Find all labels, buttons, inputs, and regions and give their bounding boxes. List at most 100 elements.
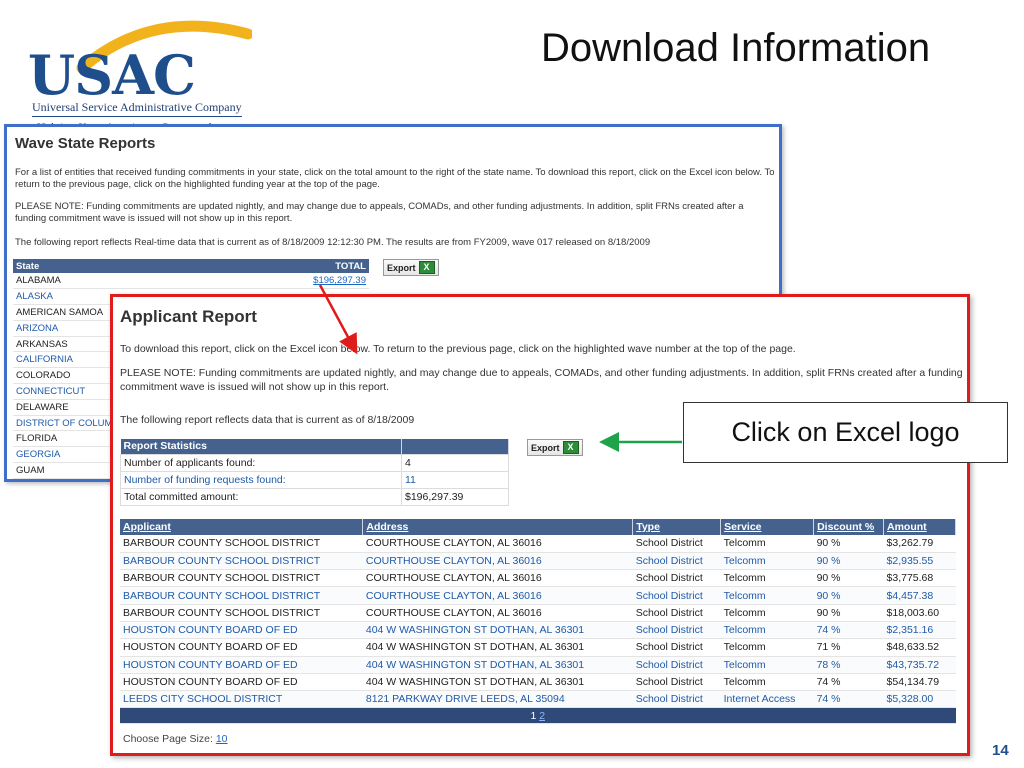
type-cell: School District bbox=[632, 586, 721, 605]
state-row: ALABAMA $196,297.39 bbox=[13, 273, 369, 290]
column-header-type[interactable]: Type bbox=[632, 519, 722, 535]
service-cell: Telcomm bbox=[720, 586, 814, 605]
service-cell: Telcomm bbox=[720, 656, 814, 674]
table-row: BARBOUR COUNTY SCHOOL DISTRICT COURTHOUSE… bbox=[120, 552, 956, 571]
page-size-label: Choose Page Size: bbox=[123, 733, 213, 745]
address-cell: 404 W WASHINGTON ST DOTHAN, AL 36301 bbox=[362, 621, 633, 640]
discount-cell: 71 % bbox=[813, 638, 884, 657]
applicant-name-cell: BARBOUR COUNTY SCHOOL DISTRICT bbox=[120, 535, 363, 553]
service-cell: Telcomm bbox=[720, 673, 814, 692]
wave-intro-text: For a list of entities that received fun… bbox=[15, 167, 775, 190]
discount-cell: 90 % bbox=[813, 535, 884, 553]
excel-icon[interactable]: X bbox=[562, 441, 579, 454]
applicant-report-panel: Applicant Report To download this report… bbox=[110, 294, 970, 756]
address-cell: COURTHOUSE CLAYTON, AL 36016 bbox=[362, 535, 633, 553]
column-header-address[interactable]: Address bbox=[362, 519, 634, 535]
page-size-link[interactable]: 10 bbox=[216, 733, 228, 745]
page-size-selector: Choose Page Size: 10 bbox=[123, 733, 228, 745]
applicant-heading: Applicant Report bbox=[120, 307, 257, 326]
applicant-note-text: PLEASE NOTE: Funding commitments are upd… bbox=[120, 367, 963, 393]
address-cell: 404 W WASHINGTON ST DOTHAN, AL 36301 bbox=[362, 638, 633, 657]
column-header-applicant[interactable]: Applicant bbox=[120, 519, 364, 535]
stat-value: 4 bbox=[401, 453, 509, 472]
state-name: ALABAMA bbox=[13, 273, 251, 290]
applicant-name-cell: BARBOUR COUNTY SCHOOL DISTRICT bbox=[120, 552, 363, 571]
callout-box: Click on Excel logo bbox=[683, 402, 1008, 463]
discount-cell: 90 % bbox=[813, 604, 884, 622]
report-statistics-table: Report Statistics Number of applicants f… bbox=[120, 439, 509, 506]
stat-label: Total committed amount: bbox=[120, 487, 402, 506]
state-column-header: State bbox=[13, 259, 251, 273]
table-row: BARBOUR COUNTY SCHOOL DISTRICT COURTHOUSE… bbox=[120, 535, 956, 553]
table-row: BARBOUR COUNTY SCHOOL DISTRICT COURTHOUSE… bbox=[120, 586, 956, 605]
state-total-link[interactable]: $196,297.39 bbox=[250, 273, 369, 290]
stat-label: Number of funding requests found: bbox=[120, 470, 402, 489]
column-header-service[interactable]: Service bbox=[720, 519, 815, 535]
usac-logo: USAC Universal Service Administrative Co… bbox=[12, 16, 252, 134]
discount-cell: 74 % bbox=[813, 673, 884, 692]
service-cell: Telcomm bbox=[720, 535, 814, 553]
type-cell: School District bbox=[632, 621, 721, 640]
discount-cell: 74 % bbox=[813, 690, 884, 709]
service-cell: Telcomm bbox=[720, 552, 814, 571]
applicant-name-cell: LEEDS CITY SCHOOL DISTRICT bbox=[120, 690, 363, 709]
logo-company-name: Universal Service Administrative Company bbox=[32, 100, 242, 114]
amount-cell: $18,003.60 bbox=[883, 604, 956, 622]
table-row: HOUSTON COUNTY BOARD OF ED 404 W WASHINGT… bbox=[120, 621, 956, 640]
discount-cell: 74 % bbox=[813, 621, 884, 640]
amount-cell: $5,328.00 bbox=[883, 690, 956, 709]
amount-cell: $3,775.68 bbox=[883, 569, 956, 588]
pagination-row: 1 2 bbox=[120, 707, 956, 725]
amount-cell: $2,351.16 bbox=[883, 621, 956, 640]
service-cell: Telcomm bbox=[720, 638, 814, 657]
wave-export-button[interactable]: Export X bbox=[383, 259, 439, 276]
applicant-name-cell: BARBOUR COUNTY SCHOOL DISTRICT bbox=[120, 604, 363, 622]
page-link-next[interactable]: 2 bbox=[539, 710, 545, 722]
address-cell: COURTHOUSE CLAYTON, AL 36016 bbox=[362, 552, 633, 571]
applicant-name-cell: BARBOUR COUNTY SCHOOL DISTRICT bbox=[120, 586, 363, 605]
table-row: HOUSTON COUNTY BOARD OF ED 404 W WASHINGT… bbox=[120, 656, 956, 674]
wave-note-text: PLEASE NOTE: Funding commitments are upd… bbox=[15, 201, 744, 224]
applicant-name-cell: HOUSTON COUNTY BOARD OF ED bbox=[120, 638, 363, 657]
table-row: BARBOUR COUNTY SCHOOL DISTRICT COURTHOUSE… bbox=[120, 604, 956, 622]
type-cell: School District bbox=[632, 604, 721, 622]
applicant-export-button[interactable]: Export X bbox=[527, 439, 583, 456]
address-cell: COURTHOUSE CLAYTON, AL 36016 bbox=[362, 586, 633, 605]
applicant-name-cell: HOUSTON COUNTY BOARD OF ED bbox=[120, 673, 363, 692]
type-cell: School District bbox=[632, 552, 721, 571]
applicant-table: Applicant Address Type Service Discount % Amo… bbox=[120, 519, 956, 725]
table-row: LEEDS CITY SCHOOL DISTRICT 8121 PARKWAY D… bbox=[120, 690, 956, 709]
type-cell: School District bbox=[632, 656, 721, 674]
address-cell: 8121 PARKWAY DRIVE LEEDS, AL 35094 bbox=[362, 690, 633, 709]
amount-cell: $2,935.55 bbox=[883, 552, 956, 571]
column-header-amount[interactable]: Amount bbox=[883, 519, 956, 535]
table-row: HOUSTON COUNTY BOARD OF ED 404 W WASHINGT… bbox=[120, 638, 956, 657]
type-cell: School District bbox=[632, 535, 721, 553]
column-header-discount[interactable]: Discount % bbox=[813, 519, 885, 535]
applicant-export-label: Export bbox=[531, 442, 560, 453]
report-statistics-value-header bbox=[401, 439, 509, 454]
table-row: BARBOUR COUNTY SCHOOL DISTRICT COURTHOUSE… bbox=[120, 569, 956, 588]
address-cell: COURTHOUSE CLAYTON, AL 36016 bbox=[362, 569, 633, 588]
logo-divider bbox=[32, 116, 242, 117]
type-cell: School District bbox=[632, 673, 721, 692]
address-cell: COURTHOUSE CLAYTON, AL 36016 bbox=[362, 604, 633, 622]
excel-icon[interactable]: X bbox=[418, 261, 435, 274]
discount-cell: 90 % bbox=[813, 586, 884, 605]
discount-cell: 78 % bbox=[813, 656, 884, 674]
stat-value: $196,297.39 bbox=[401, 487, 509, 506]
service-cell: Telcomm bbox=[720, 569, 814, 588]
applicant-name-cell: HOUSTON COUNTY BOARD OF ED bbox=[120, 621, 363, 640]
wave-realtime-text: The following report reflects Real-time … bbox=[15, 237, 651, 248]
applicant-name-cell: HOUSTON COUNTY BOARD OF ED bbox=[120, 656, 363, 674]
stat-value: 11 bbox=[401, 470, 509, 489]
logo-wordmark: USAC bbox=[28, 43, 196, 107]
report-statistics-header: Report Statistics bbox=[120, 439, 402, 454]
amount-cell: $4,457.38 bbox=[883, 586, 956, 605]
service-cell: Internet Access bbox=[720, 690, 814, 709]
stat-label: Number of applicants found: bbox=[120, 453, 402, 472]
page-current: 1 bbox=[530, 709, 537, 722]
service-cell: Telcomm bbox=[720, 621, 814, 640]
amount-cell: $43,735.72 bbox=[883, 656, 956, 674]
slide-title: Download Information bbox=[541, 26, 931, 70]
